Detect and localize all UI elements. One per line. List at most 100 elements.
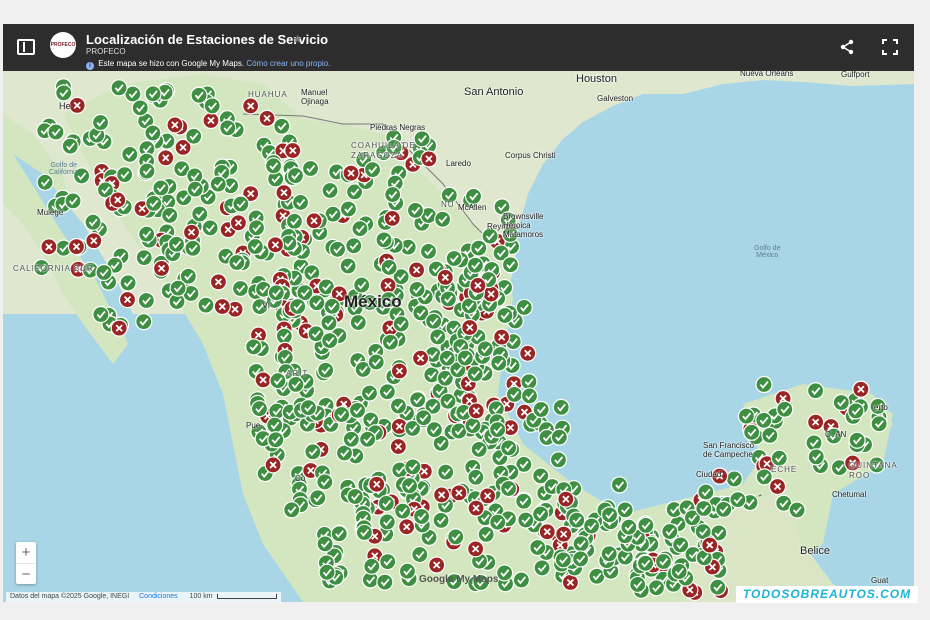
open-station-marker[interactable]	[121, 145, 139, 164]
open-station-marker[interactable]	[409, 391, 427, 409]
open-station-marker[interactable]	[273, 117, 291, 135]
open-station-marker[interactable]	[161, 206, 179, 225]
open-station-marker[interactable]	[715, 500, 733, 518]
open-station-marker[interactable]	[629, 575, 647, 594]
open-station-marker[interactable]	[414, 409, 433, 427]
open-station-marker[interactable]	[318, 563, 336, 581]
open-station-marker[interactable]	[135, 313, 153, 331]
closed-station-marker[interactable]	[266, 236, 285, 254]
open-station-marker[interactable]	[512, 571, 530, 589]
closed-station-marker[interactable]	[342, 164, 360, 182]
closed-station-marker[interactable]	[284, 141, 302, 160]
open-station-marker[interactable]	[317, 361, 335, 379]
open-station-marker[interactable]	[582, 517, 601, 535]
open-station-marker[interactable]	[429, 328, 447, 346]
open-station-marker[interactable]	[209, 175, 227, 193]
closed-station-marker[interactable]	[768, 477, 787, 496]
closed-station-marker[interactable]	[461, 318, 479, 337]
open-station-marker[interactable]	[743, 423, 761, 441]
closed-station-marker[interactable]	[398, 518, 416, 536]
open-station-marker[interactable]	[152, 179, 170, 197]
open-station-marker[interactable]	[138, 225, 156, 243]
open-station-marker[interactable]	[496, 306, 514, 325]
open-station-marker[interactable]	[572, 535, 590, 553]
open-station-marker[interactable]	[515, 492, 533, 510]
open-station-marker[interactable]	[201, 219, 219, 237]
open-station-marker[interactable]	[398, 562, 417, 580]
open-station-marker[interactable]	[339, 200, 358, 218]
open-station-marker[interactable]	[359, 430, 377, 448]
open-station-marker[interactable]	[755, 468, 773, 486]
open-station-marker[interactable]	[267, 431, 285, 449]
open-station-marker[interactable]	[316, 535, 334, 553]
open-station-marker[interactable]	[131, 99, 149, 117]
open-station-marker[interactable]	[228, 253, 246, 272]
open-station-marker[interactable]	[203, 97, 221, 115]
closed-station-marker[interactable]	[152, 259, 171, 278]
open-station-marker[interactable]	[500, 479, 518, 498]
closed-station-marker[interactable]	[85, 232, 103, 250]
open-station-marker[interactable]	[135, 248, 153, 267]
open-station-marker[interactable]	[467, 468, 485, 486]
closed-station-marker[interactable]	[467, 402, 485, 420]
open-station-marker[interactable]	[378, 513, 396, 531]
open-station-marker[interactable]	[342, 430, 360, 448]
open-station-marker[interactable]	[654, 552, 673, 571]
open-station-marker[interactable]	[709, 578, 727, 596]
open-station-marker[interactable]	[554, 551, 572, 569]
open-station-marker[interactable]	[367, 353, 385, 371]
open-station-marker[interactable]	[620, 518, 638, 536]
open-station-marker[interactable]	[550, 428, 568, 446]
open-station-marker[interactable]	[616, 501, 634, 519]
open-station-marker[interactable]	[600, 545, 618, 563]
open-station-marker[interactable]	[185, 127, 203, 145]
closed-station-marker[interactable]	[182, 223, 201, 241]
open-station-marker[interactable]	[496, 564, 514, 582]
closed-station-marker[interactable]	[390, 362, 409, 380]
open-station-marker[interactable]	[661, 522, 679, 541]
closed-station-marker[interactable]	[118, 290, 137, 309]
open-station-marker[interactable]	[572, 550, 590, 568]
open-station-marker[interactable]	[870, 415, 888, 433]
open-station-marker[interactable]	[489, 421, 507, 439]
open-station-marker[interactable]	[470, 440, 488, 459]
open-station-marker[interactable]	[301, 159, 320, 178]
open-station-marker[interactable]	[353, 276, 371, 294]
closed-station-marker[interactable]	[555, 525, 573, 543]
open-station-marker[interactable]	[411, 545, 429, 564]
open-station-marker[interactable]	[392, 315, 410, 333]
open-station-marker[interactable]	[309, 489, 327, 507]
open-station-marker[interactable]	[285, 212, 304, 230]
open-station-marker[interactable]	[246, 237, 264, 256]
map-canvas[interactable]	[3, 24, 914, 602]
create-map-link[interactable]: Cómo crear uno propio.	[246, 59, 330, 68]
open-station-marker[interactable]	[321, 181, 339, 200]
open-station-marker[interactable]	[328, 240, 347, 258]
open-station-marker[interactable]	[184, 239, 202, 257]
open-station-marker[interactable]	[267, 284, 285, 302]
closed-station-marker[interactable]	[254, 371, 272, 389]
open-station-marker[interactable]	[245, 338, 263, 356]
open-station-marker[interactable]	[788, 501, 806, 519]
closed-station-marker[interactable]	[68, 96, 86, 114]
open-station-marker[interactable]	[437, 463, 455, 481]
open-station-marker[interactable]	[505, 385, 524, 404]
open-station-marker[interactable]	[92, 305, 110, 324]
share-icon[interactable]	[839, 39, 855, 55]
open-station-marker[interactable]	[532, 400, 550, 419]
open-station-marker[interactable]	[389, 397, 408, 415]
closed-station-marker[interactable]	[469, 276, 487, 295]
open-station-marker[interactable]	[832, 393, 850, 412]
open-station-marker[interactable]	[320, 314, 338, 332]
open-station-marker[interactable]	[308, 294, 326, 312]
open-station-marker[interactable]	[144, 124, 162, 142]
open-station-marker[interactable]	[695, 499, 713, 518]
open-station-marker[interactable]	[363, 161, 382, 179]
open-station-marker[interactable]	[501, 256, 520, 274]
open-station-marker[interactable]	[532, 505, 550, 523]
zoom-out-button[interactable]: −	[16, 564, 36, 585]
open-station-marker[interactable]	[116, 165, 134, 184]
open-station-marker[interactable]	[351, 220, 369, 238]
open-station-marker[interactable]	[413, 130, 431, 148]
open-station-marker[interactable]	[447, 528, 465, 546]
